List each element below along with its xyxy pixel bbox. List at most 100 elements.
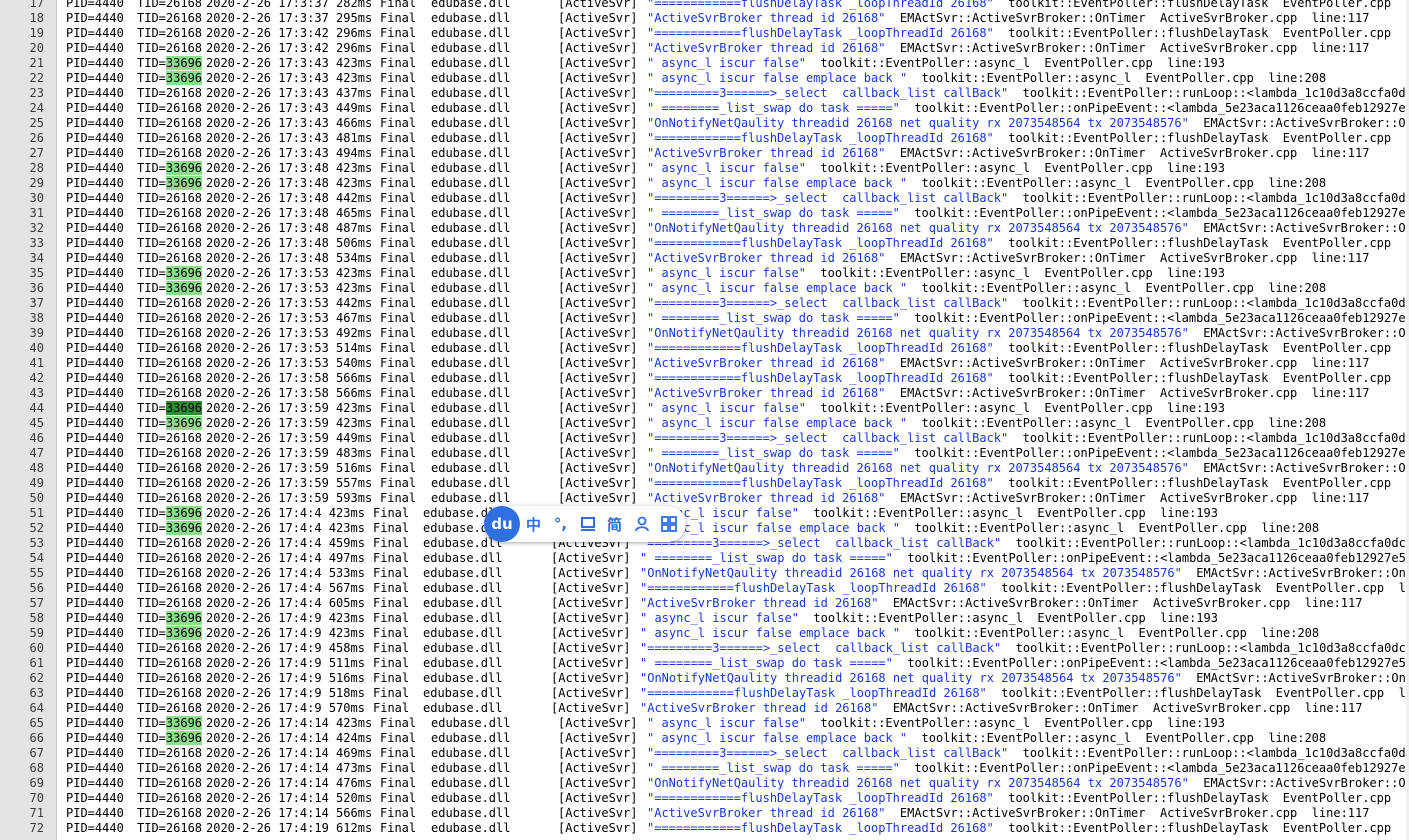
ime-simplified-button[interactable]: 简 — [601, 514, 628, 535]
log-line[interactable]: 63 PID=4440 TID=26168 2020-2-26 17:4:9 518m… — [0, 686, 1409, 701]
log-line[interactable]: 57 PID=4440 TID=26168 2020-2-26 17:4:4 605m… — [0, 596, 1409, 611]
log-level: Final — [380, 86, 417, 100]
tid-value: 26168 — [165, 371, 203, 385]
log-line[interactable]: 20 PID=4440 TID=26168 2020-2-26 17:3:42 296… — [0, 41, 1409, 56]
log-line[interactable]: 66 PID=4440 TID=33696 2020-2-26 17:4:14 424… — [0, 731, 1409, 746]
log-line[interactable]: 26 PID=4440 TID=26168 2020-2-26 17:3:43 481… — [0, 131, 1409, 146]
log-line[interactable]: 68 PID=4440 TID=26168 2020-2-26 17:4:14 473… — [0, 761, 1409, 776]
log-line[interactable]: 30 PID=4440 TID=26168 2020-2-26 17:3:48 442… — [0, 191, 1409, 206]
log-line[interactable]: 51 PID=4440 TID=33696 2020-2-26 17:4:4 423m… — [0, 506, 1409, 521]
log-line[interactable]: 56 PID=4440 TID=26168 2020-2-26 17:4:4 567m… — [0, 581, 1409, 596]
log-line[interactable]: 55 PID=4440 TID=26168 2020-2-26 17:4:4 533m… — [0, 566, 1409, 581]
log-view[interactable]: 17 PID=4440 TID=26168 2020-2-26 17:3:37 282… — [0, 0, 1409, 836]
log-line[interactable]: 39 PID=4440 TID=26168 2020-2-26 17:3:53 492… — [0, 326, 1409, 341]
log-line[interactable]: 22 PID=4440 TID=33696 2020-2-26 17:3:43 423… — [0, 71, 1409, 86]
log-line[interactable]: 44 PID=4440 TID=33696 2020-2-26 17:3:59 423… — [0, 401, 1409, 416]
log-line[interactable]: 27 PID=4440 TID=26168 2020-2-26 17:3:43 494… — [0, 146, 1409, 161]
log-message-text: "============flushDelayTask _loopThreadI… — [647, 341, 994, 355]
log-line[interactable]: 31 PID=4440 TID=26168 2020-2-26 17:3:48 465… — [0, 206, 1409, 221]
log-line[interactable]: 37 PID=4440 TID=26168 2020-2-26 17:3:53 442… — [0, 296, 1409, 311]
log-line[interactable]: 67 PID=4440 TID=26168 2020-2-26 17:4:14 469… — [0, 746, 1409, 761]
log-level: Final — [380, 776, 417, 790]
log-line[interactable]: 60 PID=4440 TID=26168 2020-2-26 17:4:9 458m… — [0, 641, 1409, 656]
log-line[interactable]: 61 PID=4440 TID=26168 2020-2-26 17:4:9 511m… — [0, 656, 1409, 671]
log-line[interactable]: 52 PID=4440 TID=33696 2020-2-26 17:4:4 423m… — [0, 521, 1409, 536]
pid-field: PID=4440 — [66, 356, 124, 370]
log-line[interactable]: 21 PID=4440 TID=33696 2020-2-26 17:3:43 423… — [0, 56, 1409, 71]
pid-field: PID=4440 — [66, 446, 124, 460]
log-line[interactable]: 42 PID=4440 TID=26168 2020-2-26 17:3:58 566… — [0, 371, 1409, 386]
ime-apps-button[interactable] — [655, 516, 682, 532]
log-line[interactable]: 70 PID=4440 TID=26168 2020-2-26 17:4:14 520… — [0, 791, 1409, 806]
log-message: "OnNotifyNetQaulity threadid 26168 net q… — [640, 566, 1409, 581]
log-line[interactable]: 17 PID=4440 TID=26168 2020-2-26 17:3:37 282… — [0, 0, 1409, 11]
log-line[interactable]: 72 PID=4440 TID=26168 2020-2-26 17:4:19 612… — [0, 821, 1409, 836]
line-number: 67 — [29, 746, 44, 760]
log-line[interactable]: 69 PID=4440 TID=26168 2020-2-26 17:4:14 476… — [0, 776, 1409, 791]
ime-user-button[interactable] — [628, 516, 655, 532]
log-line[interactable]: 38 PID=4440 TID=26168 2020-2-26 17:3:53 467… — [0, 311, 1409, 326]
log-line[interactable]: 24 PID=4440 TID=26168 2020-2-26 17:3:43 449… — [0, 101, 1409, 116]
log-line[interactable]: 33 PID=4440 TID=26168 2020-2-26 17:3:48 506… — [0, 236, 1409, 251]
tid-field: TID=26168 — [137, 431, 202, 446]
timestamp: 2020-2-26 17:3:59 423ms — [206, 401, 373, 415]
ime-punctuation-button[interactable]: °, — [547, 515, 574, 533]
log-line[interactable]: 18 PID=4440 TID=26168 2020-2-26 17:3:37 295… — [0, 11, 1409, 26]
tid-value: 26168 — [165, 431, 203, 445]
source-location: toolkit::EventPoller::async_l EventPolle… — [798, 506, 1218, 520]
log-line[interactable]: 65 PID=4440 TID=33696 2020-2-26 17:4:14 423… — [0, 716, 1409, 731]
log-line[interactable]: 53 PID=4440 TID=26168 2020-2-26 17:4:4 459m… — [0, 536, 1409, 551]
tid-prefix: TID= — [137, 356, 166, 370]
timestamp: 2020-2-26 17:3:37 295ms — [206, 11, 373, 25]
tid-search-highlight: 33696 — [165, 401, 203, 415]
ime-chinese-mode-button[interactable]: 中 — [520, 514, 547, 535]
category: [ActiveSvr] — [551, 611, 631, 625]
module-name: edubase.dll — [431, 716, 511, 730]
module-name: edubase.dll — [431, 56, 511, 70]
log-line[interactable]: 49 PID=4440 TID=26168 2020-2-26 17:3:59 557… — [0, 476, 1409, 491]
module-name: edubase.dll — [431, 476, 511, 490]
log-line[interactable]: 48 PID=4440 TID=26168 2020-2-26 17:3:59 516… — [0, 461, 1409, 476]
log-line[interactable]: 35 PID=4440 TID=33696 2020-2-26 17:3:53 423… — [0, 266, 1409, 281]
log-line[interactable]: 36 PID=4440 TID=33696 2020-2-26 17:3:53 423… — [0, 281, 1409, 296]
log-line[interactable]: 32 PID=4440 TID=26168 2020-2-26 17:3:48 487… — [0, 221, 1409, 236]
log-line[interactable]: 41 PID=4440 TID=26168 2020-2-26 17:3:53 540… — [0, 356, 1409, 371]
log-line[interactable]: 34 PID=4440 TID=26168 2020-2-26 17:3:48 534… — [0, 251, 1409, 266]
timestamp: 2020-2-26 17:4:14 469ms — [206, 746, 373, 760]
source-location: EMActSvr::ActiveSvrBroker::OnTimer Activ… — [885, 386, 1370, 400]
ime-logo-icon[interactable]: du — [484, 506, 520, 542]
log-line[interactable]: 58 PID=4440 TID=33696 2020-2-26 17:4:9 423m… — [0, 611, 1409, 626]
log-line[interactable]: 23 PID=4440 TID=26168 2020-2-26 17:3:43 437… — [0, 86, 1409, 101]
line-number: 38 — [29, 311, 44, 325]
log-line[interactable]: 25 PID=4440 TID=26168 2020-2-26 17:3:43 466… — [0, 116, 1409, 131]
log-message-text: "ActiveSvrBroker thread id 26168" — [647, 251, 886, 265]
log-line[interactable]: 54 PID=4440 TID=26168 2020-2-26 17:4:4 497m… — [0, 551, 1409, 566]
log-line[interactable]: 28 PID=4440 TID=33696 2020-2-26 17:3:48 423… — [0, 161, 1409, 176]
timestamp: 2020-2-26 17:3:48 506ms — [206, 236, 373, 250]
log-message-text: " ========_list_swap do task =====" — [647, 311, 900, 325]
log-line[interactable]: 62 PID=4440 TID=26168 2020-2-26 17:4:9 516m… — [0, 671, 1409, 686]
log-line[interactable]: 46 PID=4440 TID=26168 2020-2-26 17:3:59 449… — [0, 431, 1409, 446]
log-line[interactable]: 19 PID=4440 TID=26168 2020-2-26 17:3:42 296… — [0, 26, 1409, 41]
log-level: Final — [380, 176, 417, 190]
log-line[interactable]: 59 PID=4440 TID=33696 2020-2-26 17:4:9 423m… — [0, 626, 1409, 641]
log-line[interactable]: 50 PID=4440 TID=26168 2020-2-26 17:3:59 593… — [0, 491, 1409, 506]
tid-field: TID=33696 — [137, 281, 203, 296]
source-location: EMActSvr::ActiveSvrBroker::OnTimer Activ… — [885, 491, 1370, 505]
log-line[interactable]: 47 PID=4440 TID=26168 2020-2-26 17:3:59 483… — [0, 446, 1409, 461]
pid-field: PID=4440 — [66, 746, 124, 760]
log-line[interactable]: 29 PID=4440 TID=33696 2020-2-26 17:3:48 423… — [0, 176, 1409, 191]
log-line[interactable]: 40 PID=4440 TID=26168 2020-2-26 17:3:53 514… — [0, 341, 1409, 356]
line-number: 23 — [29, 86, 44, 100]
log-line[interactable]: 64 PID=4440 TID=26168 2020-2-26 17:4:9 570m… — [0, 701, 1409, 716]
ime-keyboard-button[interactable] — [574, 516, 601, 532]
timestamp: 2020-2-26 17:3:42 296ms — [206, 41, 373, 55]
tid-search-highlight: 33696 — [165, 521, 203, 535]
ime-toolbar[interactable]: du 中 °, 简 — [484, 506, 686, 542]
log-line[interactable]: 45 PID=4440 TID=33696 2020-2-26 17:3:59 423… — [0, 416, 1409, 431]
tid-prefix: TID= — [137, 506, 166, 520]
log-line[interactable]: 43 PID=4440 TID=26168 2020-2-26 17:3:58 566… — [0, 386, 1409, 401]
log-line[interactable]: 71 PID=4440 TID=26168 2020-2-26 17:4:14 566… — [0, 806, 1409, 821]
log-message: "=========3======>_select callback_list … — [647, 86, 1409, 101]
log-message-text: "ActiveSvrBroker thread id 26168" — [647, 146, 886, 160]
